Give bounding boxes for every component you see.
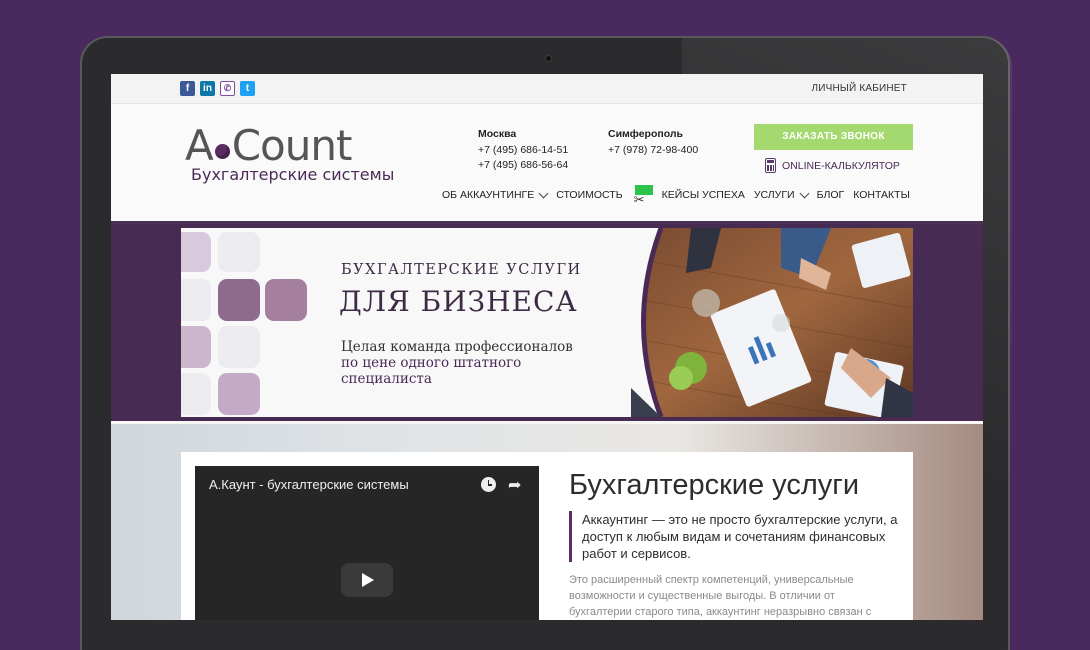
- video-player[interactable]: А.Каунт - бухгалтерские системы ➦: [195, 466, 539, 620]
- top-bar: f in ✆ t ЛИЧНЫЙ КАБИНЕТ: [111, 74, 983, 104]
- online-calculator-link[interactable]: ONLINE-КАЛЬКУЛЯТОР: [765, 158, 900, 173]
- decor-square: [181, 326, 211, 368]
- content-section: А.Каунт - бухгалтерские системы ➦ Бухгал…: [111, 424, 983, 620]
- webcam: [545, 55, 552, 62]
- nav-item-blog[interactable]: БЛОГ: [817, 189, 845, 201]
- laptop-frame: f in ✆ t ЛИЧНЫЙ КАБИНЕТ A Count Бухгалте…: [80, 36, 1012, 650]
- phone-number[interactable]: +7 (978) 72-98-400: [608, 143, 698, 158]
- phone-number[interactable]: +7 (495) 686-56-64: [478, 158, 568, 173]
- nav-label: КОНТАКТЫ: [853, 189, 910, 201]
- lead-quote: Аккаунтинг — это не просто бухгалтерские…: [569, 511, 899, 562]
- decor-square: [181, 232, 211, 272]
- contact-simferopol: Симферополь +7 (978) 72-98-400: [608, 127, 698, 158]
- calculator-icon: [765, 158, 776, 173]
- phone-number[interactable]: +7 (495) 686-14-51: [478, 143, 568, 158]
- facebook-icon[interactable]: f: [180, 81, 195, 96]
- decor-square: [218, 373, 260, 415]
- hero-banner[interactable]: БУХГАЛТЕРСКИЕ УСЛУГИ ДЛЯ БИЗНЕСА Целая к…: [181, 228, 913, 417]
- logo-dot-icon: [214, 143, 230, 159]
- twitter-icon[interactable]: t: [240, 81, 255, 96]
- social-links: f in ✆ t: [180, 81, 255, 96]
- personal-cabinet-link[interactable]: ЛИЧНЫЙ КАБИНЕТ: [811, 83, 907, 94]
- decor-square: [181, 279, 211, 321]
- banner-tagline-line: Целая команда профессионалов: [341, 339, 573, 355]
- watch-later-icon[interactable]: [481, 477, 496, 492]
- nav-label: УСЛУГИ: [753, 189, 795, 201]
- city-name: Москва: [478, 128, 517, 140]
- scissors-icon: ✂: [633, 192, 645, 207]
- discount-scissors-icon[interactable]: ✂: [632, 185, 654, 207]
- main-nav: ОБ АККАУНТИНГЕ СТОИМОСТЬ ✂ КЕЙСЫ УСПЕХА …: [442, 185, 919, 207]
- nav-label: ОБ АККАУНТИНГЕ: [442, 189, 535, 201]
- banner-subtitle: БУХГАЛТЕРСКИЕ УСЛУГИ: [341, 262, 582, 278]
- banner-tagline-line: по цене одного штатного: [341, 355, 522, 371]
- chevron-down-icon: [799, 188, 810, 198]
- nav-label: СТОИМОСТЬ: [556, 189, 623, 201]
- business-meeting-photo: [631, 228, 913, 417]
- nav-item-contacts[interactable]: КОНТАКТЫ: [853, 189, 910, 201]
- nav-item-about[interactable]: ОБ АККАУНТИНГЕ: [442, 188, 549, 201]
- video-title[interactable]: А.Каунт - бухгалтерские системы: [209, 477, 409, 492]
- nav-label: БЛОГ: [816, 189, 845, 201]
- logo-tagline: Бухгалтерские системы: [191, 165, 395, 184]
- section-heading: Бухгалтерские услуги: [569, 469, 860, 501]
- decor-square: [218, 326, 260, 368]
- decor-square: [265, 279, 307, 321]
- banner-tagline: Целая команда профессионалов по цене одн…: [341, 339, 573, 387]
- logo[interactable]: A Count Бухгалтерские системы: [185, 124, 394, 184]
- decor-square: [218, 232, 260, 272]
- logo-word: Count: [231, 121, 353, 170]
- city-name: Симферополь: [608, 128, 684, 140]
- hero-banner-band: БУХГАЛТЕРСКИЕ УСЛУГИ ДЛЯ БИЗНЕСА Целая к…: [111, 224, 983, 421]
- order-call-button[interactable]: ЗАКАЗАТЬ ЗВОНОК: [754, 124, 913, 150]
- banner-title: ДЛЯ БИЗНЕСА: [339, 285, 578, 318]
- contact-moscow: Москва +7 (495) 686-14-51 +7 (495) 686-5…: [478, 127, 568, 173]
- nav-label: КЕЙСЫ УСПЕХА: [661, 189, 745, 201]
- content-card: А.Каунт - бухгалтерские системы ➦ Бухгал…: [181, 452, 913, 620]
- play-button[interactable]: [341, 563, 393, 597]
- logo-letter-a: A: [185, 121, 214, 170]
- logo-wordmark: A Count: [185, 124, 394, 168]
- site-header: A Count Бухгалтерские системы Москва +7 …: [111, 104, 983, 224]
- nav-item-price[interactable]: СТОИМОСТЬ: [556, 189, 622, 201]
- body-paragraph: Это расширенный спектр компетенций, унив…: [569, 574, 872, 618]
- decor-square: [181, 373, 211, 415]
- browser-viewport: f in ✆ t ЛИЧНЫЙ КАБИНЕТ A Count Бухгалте…: [111, 74, 983, 620]
- banner-tagline-line: специалиста: [341, 371, 432, 387]
- chevron-down-icon: [538, 188, 549, 198]
- linkedin-icon[interactable]: in: [200, 81, 215, 96]
- decor-square: [218, 279, 260, 321]
- share-icon[interactable]: ➦: [508, 475, 521, 495]
- calculator-label: ONLINE-КАЛЬКУЛЯТОР: [782, 159, 900, 172]
- nav-item-cases[interactable]: КЕЙСЫ УСПЕХА: [662, 189, 745, 201]
- viber-icon[interactable]: ✆: [220, 81, 235, 96]
- nav-item-services[interactable]: УСЛУГИ: [753, 188, 810, 201]
